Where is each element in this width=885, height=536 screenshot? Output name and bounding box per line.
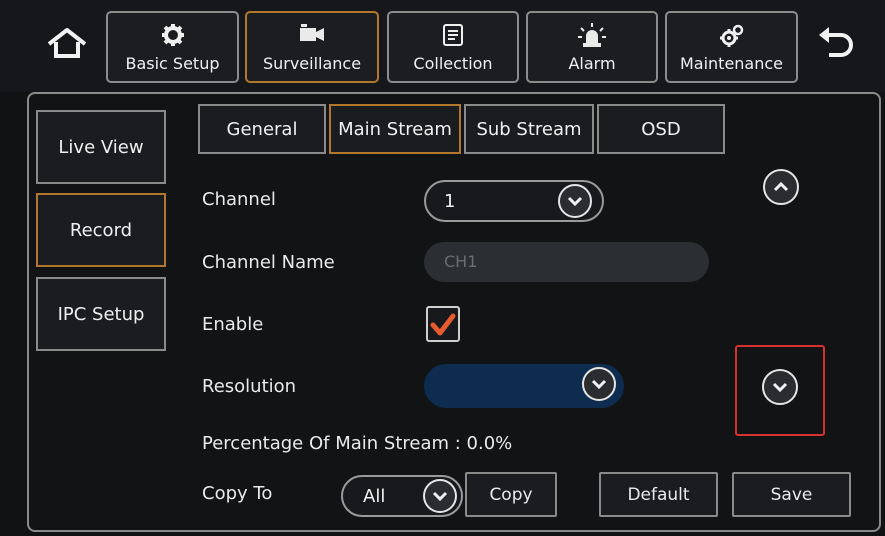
camera-icon xyxy=(298,23,326,49)
sidebar-item-label: Live View xyxy=(58,136,144,158)
sidebar-item-label: Record xyxy=(69,219,133,241)
channel-select[interactable]: 1 xyxy=(424,180,604,222)
tab-alarm-label: Alarm xyxy=(568,54,616,73)
main-stream-percentage-text: Percentage Of Main Stream : 0.0% xyxy=(202,433,513,454)
scroll-up-button[interactable] xyxy=(763,169,799,205)
document-icon xyxy=(442,23,464,51)
channel-dropdown-button[interactable] xyxy=(558,184,592,218)
tab-maintenance[interactable]: Maintenance xyxy=(665,11,798,83)
copy-to-dropdown-button[interactable] xyxy=(423,479,457,513)
tab-basic-setup[interactable]: Basic Setup xyxy=(106,11,239,83)
default-button[interactable]: Default xyxy=(599,472,718,517)
chevron-down-icon xyxy=(567,196,583,206)
tab-collection[interactable]: Collection xyxy=(387,11,519,83)
back-arrow-icon xyxy=(819,27,853,57)
enable-label: Enable xyxy=(202,314,264,335)
chevron-up-icon xyxy=(773,182,789,192)
gear-icon xyxy=(161,23,185,51)
sidebar-item-label: IPC Setup xyxy=(57,303,145,325)
back-button[interactable] xyxy=(808,16,862,70)
copy-button[interactable]: Copy xyxy=(465,472,557,517)
copy-to-select[interactable]: All xyxy=(341,475,463,517)
copy-to-select-value: All xyxy=(363,486,386,507)
tab-general[interactable]: General xyxy=(198,104,326,154)
enable-checkbox[interactable] xyxy=(426,306,460,342)
home-button[interactable] xyxy=(40,16,94,70)
gears-icon xyxy=(719,23,745,53)
chevron-down-icon xyxy=(591,379,607,389)
chevron-down-icon xyxy=(772,382,788,392)
home-icon xyxy=(47,28,87,58)
tab-maintenance-label: Maintenance xyxy=(679,54,784,73)
checkmark-icon xyxy=(430,313,456,336)
channel-name-placeholder: CH1 xyxy=(444,252,478,271)
sidebar-item-live-view[interactable]: Live View xyxy=(36,110,166,184)
save-button[interactable]: Save xyxy=(732,472,851,517)
tab-basic-setup-label: Basic Setup xyxy=(125,54,220,73)
resolution-dropdown-button[interactable] xyxy=(582,367,616,401)
alarm-light-icon xyxy=(578,23,606,53)
resolution-select[interactable] xyxy=(424,364,624,408)
sidebar-item-ipc-setup[interactable]: IPC Setup xyxy=(36,277,166,351)
tab-main-stream-label: Main Stream xyxy=(338,118,452,140)
tab-main-stream[interactable]: Main Stream xyxy=(329,104,461,154)
tab-osd[interactable]: OSD xyxy=(597,104,725,154)
tab-surveillance[interactable]: Surveillance xyxy=(245,11,379,83)
tab-surveillance-label: Surveillance xyxy=(262,54,362,73)
tab-sub-stream[interactable]: Sub Stream xyxy=(464,104,594,154)
tab-collection-label: Collection xyxy=(413,54,493,73)
resolution-label: Resolution xyxy=(202,376,297,397)
tab-alarm[interactable]: Alarm xyxy=(526,11,658,83)
chevron-down-icon xyxy=(432,491,448,501)
tab-general-label: General xyxy=(226,118,298,140)
tab-osd-label: OSD xyxy=(641,118,681,140)
sidebar-item-record[interactable]: Record xyxy=(36,193,166,267)
tab-sub-stream-label: Sub Stream xyxy=(476,118,582,140)
channel-select-value: 1 xyxy=(444,191,456,212)
scroll-down-button[interactable] xyxy=(762,369,798,405)
channel-name-label: Channel Name xyxy=(202,252,335,273)
channel-label: Channel xyxy=(202,189,276,210)
channel-name-field[interactable]: CH1 xyxy=(424,242,709,282)
copy-to-label: Copy To xyxy=(202,483,273,504)
